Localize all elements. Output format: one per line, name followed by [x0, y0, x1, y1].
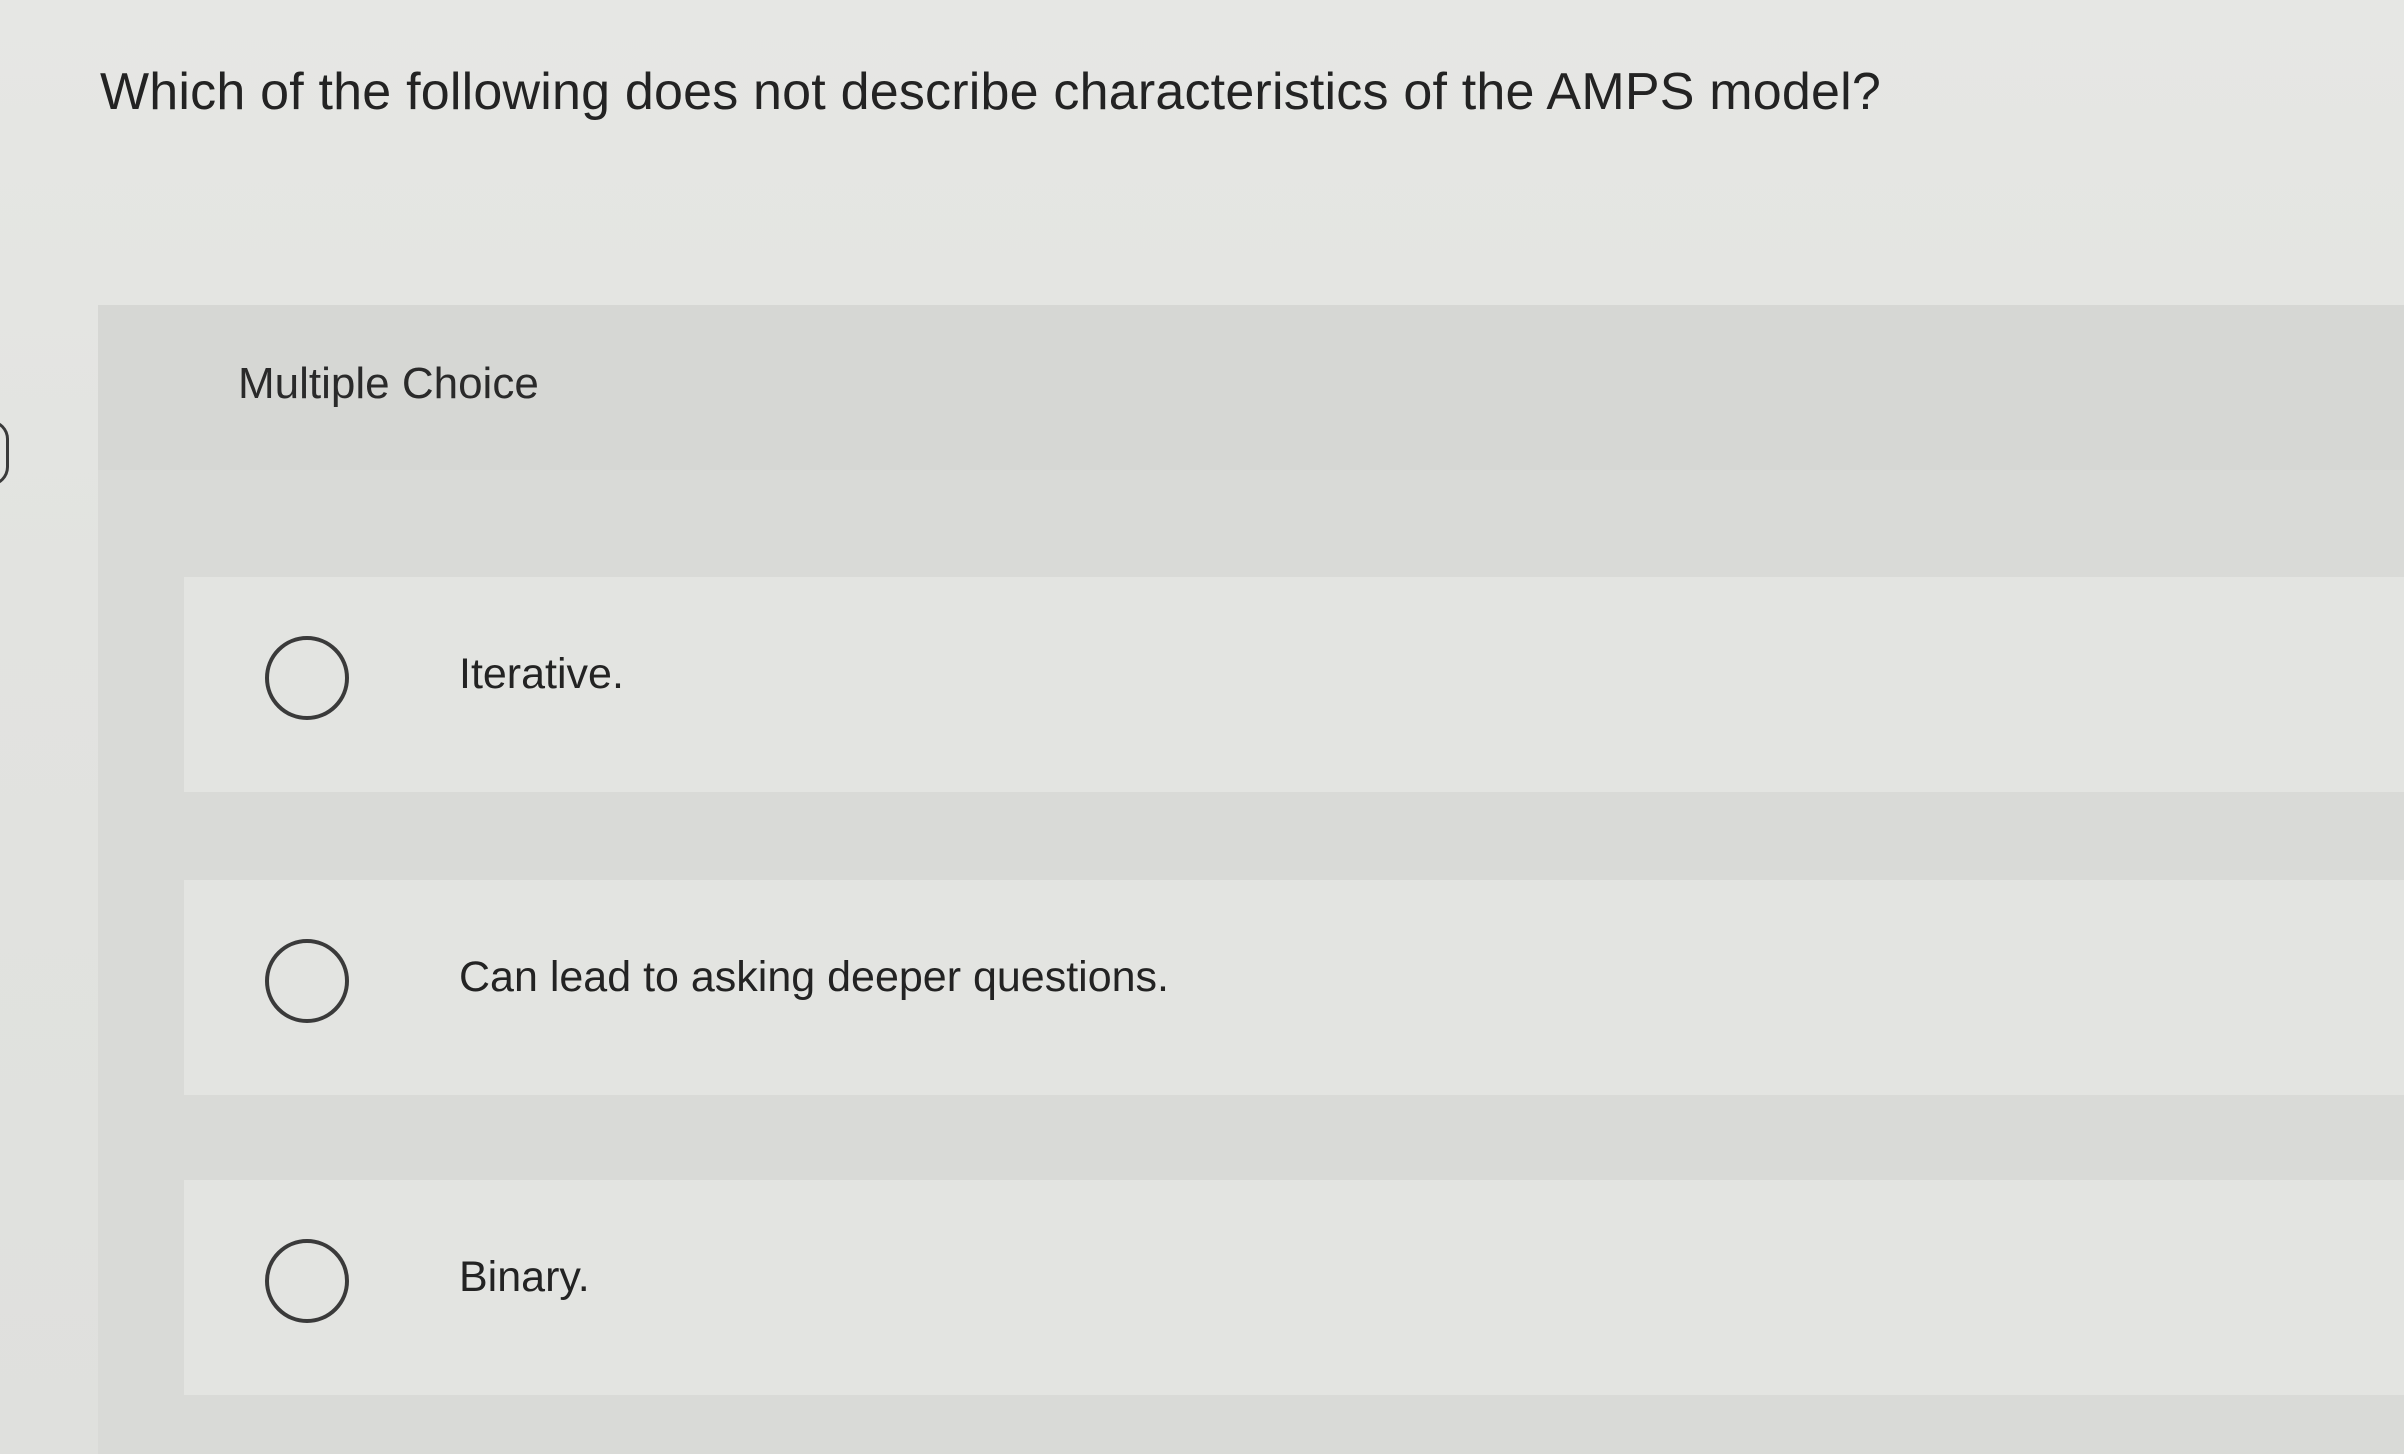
panel-title: Multiple Choice [238, 359, 539, 408]
option-row-iterative[interactable]: Iterative. [184, 577, 2404, 792]
radio-button[interactable] [265, 939, 349, 1023]
radio-button[interactable] [265, 1239, 349, 1323]
question-text: Which of the following does not describe… [100, 63, 1881, 121]
option-row-binary[interactable]: Binary. [184, 1180, 2404, 1395]
option-row-deeper-questions[interactable]: Can lead to asking deeper questions. [184, 880, 2404, 1095]
panel-header: Multiple Choice [98, 305, 2404, 470]
option-label[interactable]: Can lead to asking deeper questions. [459, 953, 1169, 1002]
radio-button[interactable] [265, 636, 349, 720]
option-label[interactable]: Iterative. [459, 650, 624, 699]
multiple-choice-panel: Multiple Choice Iterative. Can lead to a… [98, 305, 2404, 1454]
option-label[interactable]: Binary. [459, 1253, 590, 1302]
